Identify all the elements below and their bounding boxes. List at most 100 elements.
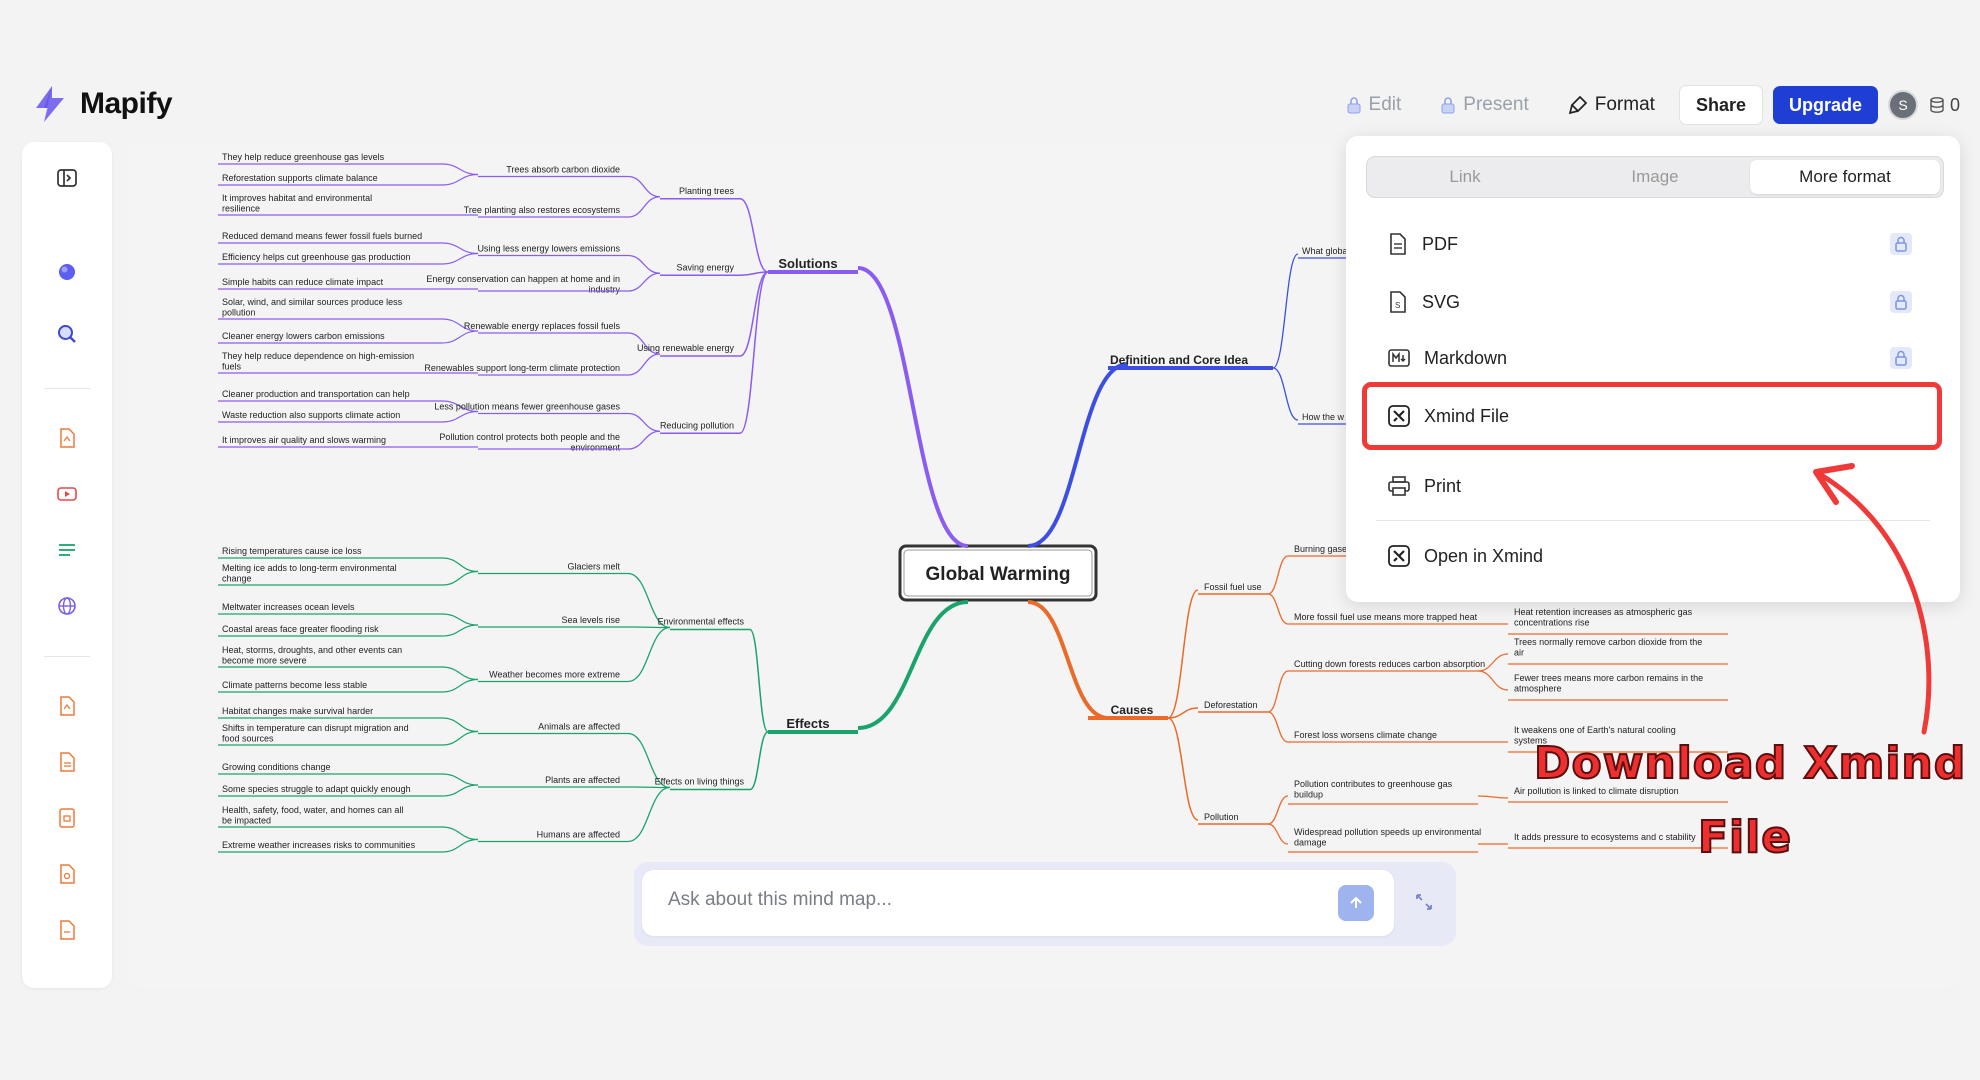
child-node[interactable]: Glaciers melt [567,562,620,572]
send-button[interactable] [1338,885,1374,921]
document-icon[interactable] [55,750,79,774]
edit-button[interactable]: Edit [1331,86,1416,124]
upgrade-button[interactable]: Upgrade [1772,86,1878,124]
search-icon[interactable] [55,322,79,346]
child-node[interactable]: Sea levels rise [561,615,620,625]
leaf-node[interactable]: Some species struggle to adapt quickly e… [222,784,411,794]
group-node[interactable]: Environmental effects [658,617,745,627]
leaf-node[interactable]: Rising temperatures cause ice loss [222,546,362,556]
top-toolbar: Edit Present Format Share Upgrade S 0 [1331,85,1960,125]
user-avatar[interactable]: S [1887,90,1918,120]
mapify-logo[interactable]: Mapify [30,84,173,124]
main-branch-label[interactable]: Causes [1111,703,1154,717]
chat-input[interactable] [666,888,1320,912]
child-node[interactable]: Forest loss worsens climate change [1294,730,1437,740]
leaf-node[interactable]: Climate patterns become less stable [222,680,367,690]
group-node[interactable]: Planting trees [679,186,735,196]
child-node[interactable]: Widespread pollution speeds up environme… [1294,827,1481,847]
share-button[interactable]: Share [1678,85,1763,125]
text-file-icon[interactable] [55,918,79,942]
child-node[interactable]: Renewable energy replaces fossil fuels [464,321,621,331]
leaf-node[interactable]: Extreme weather increases risks to commu… [222,840,416,850]
child-node[interactable]: Tree planting also restores ecosystems [464,205,621,215]
leaf-node[interactable]: Melting ice adds to long-term environmen… [222,563,397,583]
child-node[interactable]: Cutting down forests reduces carbon abso… [1294,659,1485,669]
pdf-file-icon[interactable] [55,426,79,450]
leaf-node[interactable]: Health, safety, food, water, and homes c… [222,805,403,825]
leaf-node[interactable]: Fewer trees means more carbon remains in… [1514,673,1703,693]
child-node[interactable]: Humans are affected [537,830,620,840]
export-pdf-item[interactable]: PDF [1388,224,1928,264]
credits-counter[interactable]: 0 [1928,95,1960,116]
tab-image[interactable]: Image [1560,160,1750,194]
leaf-node[interactable]: It improves habitat and environmental res… [222,193,372,213]
child-node[interactable]: Plants are affected [545,775,620,785]
leaf-node[interactable]: Trees normally remove carbon dioxide fro… [1514,637,1702,657]
leaf-node[interactable]: Cleaner production and transportation ca… [222,389,410,399]
child-node[interactable]: Trees absorb carbon dioxide [506,165,620,175]
globe-icon[interactable] [55,594,79,618]
format-button[interactable]: Format [1553,86,1669,124]
leaf-node[interactable]: Reduced demand means fewer fossil fuels … [222,231,422,241]
sidebar-toggle-icon[interactable] [55,166,79,190]
leaf-node[interactable]: Heat retention increases as atmospheric … [1514,607,1693,627]
group-node[interactable]: Deforestation [1204,700,1258,710]
child-node[interactable]: Weather becomes more extreme [489,670,620,680]
leaf-node[interactable]: Meltwater increases ocean levels [222,602,355,612]
mindmap-connector [749,628,769,733]
child-node[interactable]: Pollution contributes to greenhouse gas b… [1294,779,1453,799]
leaf-node[interactable]: They help reduce dependence on high-emis… [222,351,414,371]
mindmap-connector [441,730,479,746]
group-node[interactable]: Pollution [1204,812,1239,822]
mindmap-connector [1267,670,1289,713]
main-branch-label[interactable]: Solutions [778,256,837,271]
expand-icon[interactable] [1412,890,1436,914]
group-node[interactable]: Reducing pollution [660,420,734,430]
image-file-icon[interactable] [55,862,79,886]
group-node[interactable]: Saving energy [676,262,734,272]
mindmap-connector [1027,362,1129,548]
group-node[interactable]: Effects on living things [655,777,745,787]
child-node[interactable]: Renewables support long-term climate pro… [424,363,620,373]
root-node-label[interactable]: Global Warming [926,564,1071,585]
child-node[interactable]: Burning gases [1294,544,1352,554]
archive-file-icon[interactable] [55,806,79,830]
leaf-node[interactable]: It adds pressure to ecosystems and c sta… [1514,832,1696,842]
leaf-node[interactable]: Reforestation supports climate balance [222,173,378,183]
leaf-node[interactable]: They help reduce greenhouse gas levels [222,152,385,162]
leaf-node[interactable]: Simple habits can reduce climate impact [222,277,384,287]
leaf-node[interactable]: Growing conditions change [222,762,331,772]
leaf-node[interactable]: Cleaner energy lowers carbon emissions [222,331,385,341]
child-node[interactable]: Animals are affected [538,722,620,732]
child-node[interactable]: Less pollution means fewer greenhouse ga… [434,402,620,412]
child-node[interactable]: How the w [1302,412,1345,422]
export-svg-item[interactable]: S SVG [1388,282,1928,322]
leaf-node[interactable]: Solar, wind, and similar sources produce… [222,297,403,317]
leaf-node[interactable]: Efficiency helps cut greenhouse gas prod… [222,252,410,262]
tab-more-format[interactable]: More format [1750,160,1940,194]
child-node[interactable]: More fossil fuel use means more trapped … [1294,612,1478,622]
group-node[interactable]: Using renewable energy [637,343,735,353]
leaf-node[interactable]: Waste reduction also supports climate ac… [222,410,400,420]
child-node[interactable]: What globa [1302,246,1348,256]
text-lines-icon[interactable] [55,538,79,562]
leaf-node[interactable]: It improves air quality and slows warmin… [222,435,386,445]
leaf-node[interactable]: Heat, storms, droughts, and other events… [222,645,402,665]
leaf-node[interactable]: Habitat changes make survival harder [222,706,373,716]
leaf-node[interactable]: Coastal areas face greater flooding risk [222,624,379,634]
main-branch-label[interactable]: Definition and Core Idea [1110,353,1248,367]
youtube-icon[interactable] [55,482,79,506]
present-label: Present [1463,94,1529,115]
group-node[interactable]: Fossil fuel use [1204,582,1262,592]
ai-orb-icon[interactable] [55,260,79,284]
main-branch-label[interactable]: Effects [786,716,829,731]
export-markdown-item[interactable]: Markdown [1388,338,1928,378]
mindmap-connector [627,272,661,292]
mindmap-connector [441,838,479,853]
present-button[interactable]: Present [1425,86,1542,124]
tab-link[interactable]: Link [1370,160,1560,194]
pdf-file-icon[interactable] [55,694,79,718]
child-node[interactable]: Using less energy lowers emissions [477,244,620,254]
leaf-node[interactable]: Shifts in temperature can disrupt migrat… [222,723,409,743]
mindmap-connector [441,330,479,344]
